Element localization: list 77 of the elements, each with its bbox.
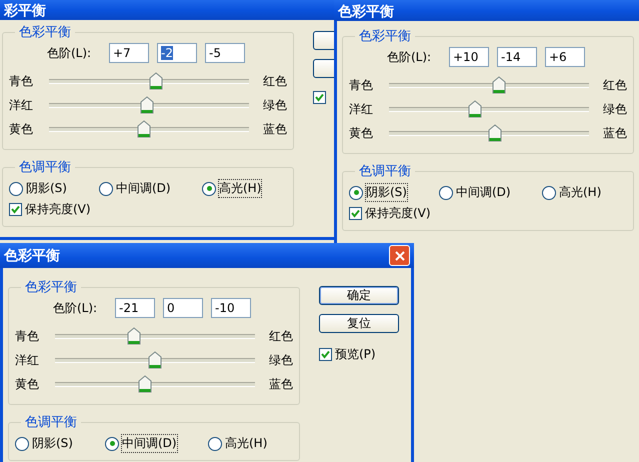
window-title: 色彩平衡 [338,3,394,21]
group-legend: 色调平衡 [21,413,81,431]
slider-track[interactable] [389,76,589,94]
window-title: 彩平衡 [4,2,46,20]
close-icon [394,250,404,260]
slider-thumb[interactable] [140,96,154,114]
slider-label: 蓝色 [263,120,287,138]
radio-button[interactable]: 中间调(D) [439,184,542,201]
checkbox[interactable]: 保持亮度(V) [349,205,627,222]
slider-track[interactable] [49,72,249,90]
check-icon [321,350,330,359]
slider-label: 青色 [15,328,40,344]
slider-thumb[interactable] [148,351,162,369]
slider-track[interactable] [55,351,255,369]
close-button[interactable] [389,245,410,266]
slider-thumb[interactable] [488,124,502,142]
slider-track[interactable] [49,96,249,114]
levels-label: 色阶(L): [53,300,98,316]
radio-button[interactable]: 高光(H) [208,435,293,452]
slider-label: 红色 [603,76,627,94]
check-icon [351,209,360,218]
input-field[interactable]: +10 [449,47,489,67]
input-field[interactable]: +6 [545,47,585,67]
levels-label: 色阶(L): [387,48,432,66]
slider-label: 洋红 [349,100,374,118]
slider-label: 绿色 [263,96,287,114]
slider-label: 洋红 [15,352,40,368]
window-title: 色彩平衡 [4,246,60,264]
input-field[interactable]: -2 [157,43,197,63]
slider-label: 绿色 [603,100,627,118]
slider-label: 黄色 [15,376,40,392]
radio-button[interactable]: 高光(H) [542,184,627,201]
checkbox[interactable]: 预览(P) [319,346,399,363]
slider-label: 蓝色 [603,124,627,142]
input-field[interactable]: 0 [163,298,203,318]
slider-label: 洋红 [9,96,34,114]
check-icon [315,93,324,102]
input-field[interactable]: -5 [205,43,245,63]
radio-button[interactable]: 阴影(S) [15,435,105,452]
slider-label: 黄色 [349,124,374,142]
radio-button[interactable]: 阴影(S) [349,184,439,201]
slider-thumb[interactable] [492,76,506,94]
slider-thumb[interactable] [138,375,152,393]
slider-track[interactable] [55,327,255,345]
input-field[interactable]: -14 [497,47,537,67]
group-legend: 色调平衡 [15,158,75,176]
slider-label: 绿色 [269,352,293,368]
slider-track[interactable] [389,124,589,142]
slider-label: 蓝色 [269,376,293,392]
slider-track[interactable] [55,375,255,393]
input-field[interactable]: -10 [211,298,251,318]
check-icon [11,205,20,214]
dialog-button[interactable]: 复位 [319,314,399,333]
input-field[interactable]: +7 [109,43,149,63]
slider-thumb[interactable] [149,72,163,90]
checkbox[interactable]: 保持亮度(V) [9,201,287,218]
radio-button[interactable]: 阴影(S) [9,180,99,197]
slider-label: 红色 [269,328,293,344]
slider-label: 黄色 [9,120,34,138]
slider-thumb[interactable] [137,120,151,138]
group-legend: 色调平衡 [355,162,415,180]
slider-track[interactable] [49,120,249,138]
slider-label: 青色 [9,72,34,90]
slider-label: 青色 [349,76,374,94]
group-legend: 色彩平衡 [21,278,81,296]
slider-thumb[interactable] [127,327,141,345]
input-field[interactable]: -21 [115,298,155,318]
group-legend: 色彩平衡 [355,27,415,45]
radio-button[interactable]: 高光(H) [202,180,287,197]
radio-button[interactable]: 中间调(D) [105,435,208,452]
slider-thumb[interactable] [468,100,482,118]
levels-label: 色阶(L): [47,44,92,62]
group-legend: 色彩平衡 [15,23,75,41]
radio-button[interactable]: 中间调(D) [99,180,202,197]
dialog-button[interactable]: 确定 [319,286,399,305]
slider-track[interactable] [389,100,589,118]
slider-label: 红色 [263,72,287,90]
